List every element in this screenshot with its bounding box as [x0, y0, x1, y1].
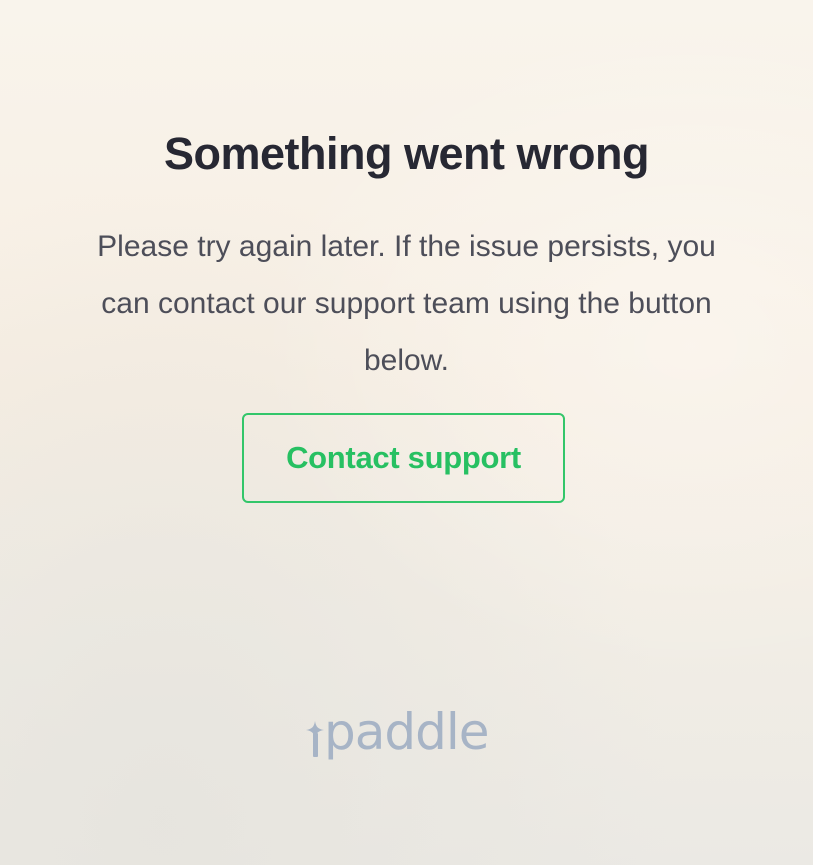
- contact-support-button[interactable]: Contact support: [242, 413, 565, 503]
- error-message: Please try again later. If the issue per…: [97, 230, 716, 377]
- paddle-logo: paddle: [306, 700, 506, 764]
- error-title: Something went wrong: [164, 128, 649, 179]
- error-page: Something went wrong Please try again la…: [0, 0, 813, 865]
- logo-wordmark: paddle: [324, 703, 490, 761]
